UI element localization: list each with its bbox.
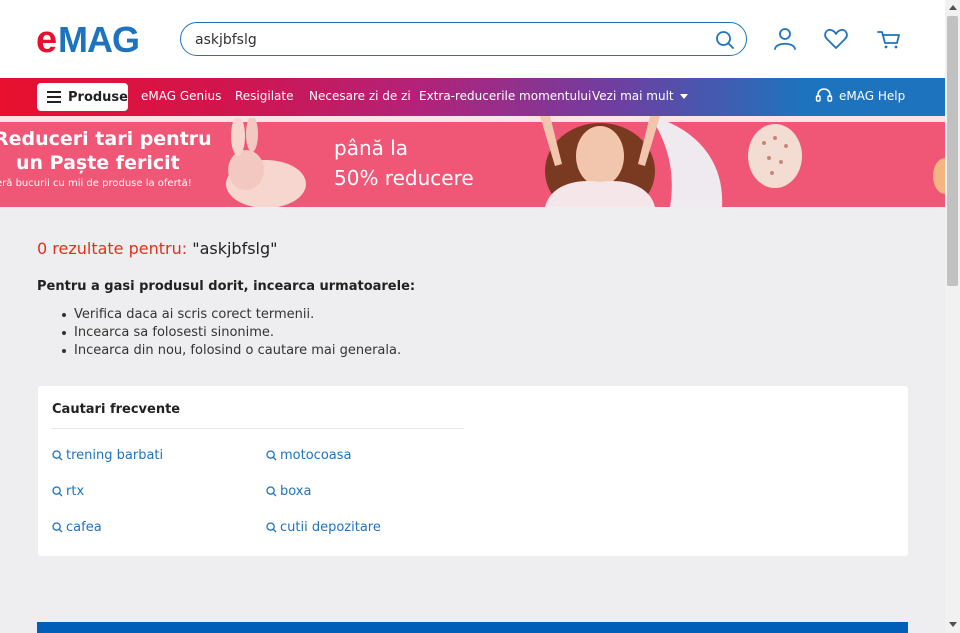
svg-text:MAG: MAG — [58, 19, 139, 58]
results-count: 0 rezultate pentru: — [37, 239, 188, 258]
easter-egg-small-image — [933, 158, 945, 194]
emag-logo[interactable]: e MAG — [36, 18, 164, 58]
page: e MAG Produse — [0, 0, 945, 633]
scrollbar-thumb[interactable] — [947, 16, 958, 286]
banner-headline-1: Reduceri tari pentru — [0, 128, 212, 150]
promo-banner[interactable]: Reduceri tari pentru un Paște fericit er… — [0, 116, 945, 207]
tip-item: Incearca din nou, folosind o cautare mai… — [61, 343, 402, 358]
frequent-search-label: cafea — [66, 520, 102, 535]
banner-subtext: eră bucurii cu mii de produse la ofertă! — [0, 178, 192, 189]
frequent-search-link[interactable]: rtx — [52, 484, 84, 499]
nav-link-more[interactable]: Vezi mai mult — [592, 89, 688, 103]
tip-item: Incearca sa folosesti sinonime. — [61, 324, 401, 342]
results-query: "askjbfslg" — [192, 239, 278, 258]
frequent-search-link[interactable]: cutii depozitare — [266, 520, 381, 535]
svg-text:e: e — [36, 19, 57, 58]
frequent-searches-heading: Cautari frecvente — [52, 402, 181, 417]
search-bar — [180, 22, 747, 56]
search-icon[interactable] — [714, 29, 736, 51]
banner-headline-2: un Paște fericit — [16, 152, 180, 174]
nav-link-extra-reduceri[interactable]: Extra-reducerile momentului — [419, 89, 591, 103]
frequent-search-link[interactable]: boxa — [266, 484, 311, 499]
nav-link-more-label: Vezi mai mult — [592, 89, 674, 103]
products-menu-button[interactable]: Produse — [37, 83, 128, 111]
nav-link-necesare[interactable]: Necesare zi de zi — [309, 89, 411, 103]
hamburger-icon — [47, 91, 61, 103]
scroll-up-arrow-icon[interactable] — [949, 5, 957, 10]
tip-item: Verifica daca ai scris corect termenii. — [61, 306, 401, 324]
frequent-search-link[interactable]: cafea — [52, 520, 102, 535]
woman-photo-image — [540, 116, 723, 207]
easter-egg-image — [748, 124, 802, 188]
tips-list: Verifica daca ai scris corect termenii. … — [61, 306, 402, 360]
bunny-figure-image — [226, 118, 306, 207]
search-input[interactable] — [195, 29, 695, 51]
scroll-down-arrow-icon[interactable] — [949, 622, 957, 627]
nav-link-emag-genius[interactable]: eMAG Genius — [141, 89, 221, 103]
cart-icon[interactable] — [876, 26, 902, 52]
vertical-scrollbar[interactable] — [945, 0, 960, 633]
frequent-search-label: rtx — [66, 484, 85, 499]
frequent-search-label: cutii depozitare — [280, 520, 381, 535]
frequent-searches-card: Cautari frecvente trening barbati motoco… — [38, 386, 908, 556]
search-icon — [266, 522, 277, 533]
search-icon — [52, 450, 63, 461]
search-icon — [266, 450, 277, 461]
tips-heading: Pentru a gasi produsul dorit, incearca u… — [37, 279, 416, 294]
results-title: 0 rezultate pentru: "askjbfslg" — [37, 239, 278, 258]
headset-icon — [815, 88, 833, 102]
account-icon[interactable] — [772, 26, 798, 52]
banner-discount-value: 50% reducere — [334, 166, 474, 190]
top-header: e MAG — [0, 0, 945, 78]
footer-banner — [37, 622, 908, 633]
chevron-down-icon — [679, 94, 688, 99]
banner-discount-prefix: până la — [334, 136, 409, 160]
search-icon — [52, 522, 63, 533]
help-link[interactable]: eMAG Help — [815, 87, 905, 105]
frequent-search-link[interactable]: trening barbati — [52, 448, 163, 463]
products-menu-label: Produse — [68, 89, 128, 105]
search-icon — [52, 486, 63, 497]
nav-link-resigilate[interactable]: Resigilate — [235, 89, 294, 103]
heart-icon[interactable] — [823, 26, 849, 52]
frequent-search-label: trening barbati — [66, 448, 164, 463]
help-label: eMAG Help — [839, 89, 906, 103]
frequent-search-label: boxa — [280, 484, 312, 499]
frequent-search-link[interactable]: motocoasa — [266, 448, 351, 463]
frequent-search-label: motocoasa — [280, 448, 352, 463]
divider — [52, 428, 464, 429]
search-icon — [266, 486, 277, 497]
main-nav: Produse eMAG Genius Resigilate Necesare … — [0, 78, 945, 116]
